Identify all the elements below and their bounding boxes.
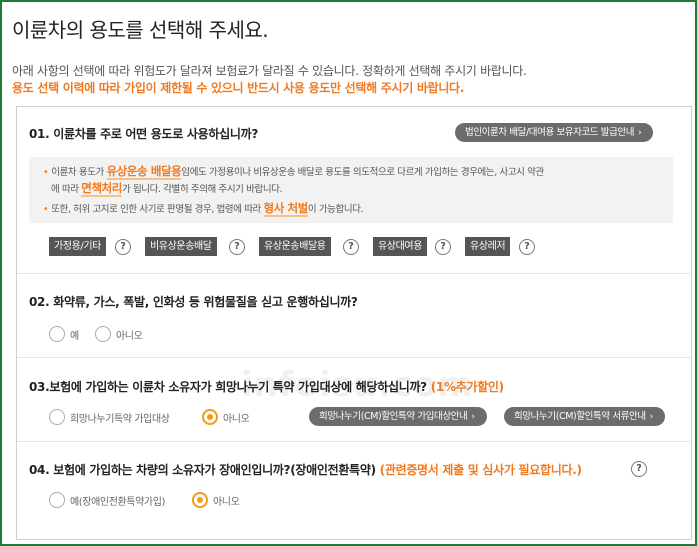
divider [17, 441, 691, 442]
q4-yes-label: 예(장애인전환특약가입) [70, 497, 166, 508]
q4-yes-radio[interactable] [49, 492, 65, 508]
q2-no-radio[interactable] [95, 326, 111, 342]
notice-line-2: 에 따라 면책처리가 됩니다. 각별히 주의해 주시기 바랍니다. [51, 181, 283, 197]
q3-question: 03.보험에 가입하는 이륜차 소유자가 희망나누기 특약 가입대상에 해당하십… [29, 380, 504, 394]
divider [17, 273, 691, 274]
q3-no-label: 아니오 [223, 414, 250, 425]
option-commercial-leisure[interactable]: 유상레저 [465, 237, 511, 256]
corporate-code-guide-button[interactable]: 법인이륜차 배달/대여용 보유자코드 발급안내 › [455, 123, 654, 142]
q2-yes-radio[interactable] [49, 326, 65, 342]
q4-no-label: 아니오 [213, 497, 240, 508]
q2-yes-label: 예 [70, 331, 79, 342]
help-icon[interactable]: ? [343, 239, 359, 255]
discount-highlight: (1%추가할인) [430, 380, 504, 394]
hope-sharing-eligibility-guide-button[interactable]: 희망나누기(CM)할인특약 가입대상안내 › [309, 407, 487, 426]
chevron-right-icon: › [638, 128, 642, 138]
q4-no-radio[interactable] [192, 492, 208, 508]
option-commercial-delivery[interactable]: 유상운송배달용 [259, 237, 331, 256]
description: 아래 사항의 선택에 따라 위험도가 달라져 보험료가 달라질 수 있습니다. … [12, 64, 527, 78]
q3-no-radio[interactable] [202, 409, 218, 425]
warning-text: 용도 선택 이력에 따라 가입이 제한될 수 있으니 반드시 사용 용도만 선택… [12, 81, 465, 95]
divider [17, 357, 691, 358]
q2-question: 02. 화약류, 가스, 폭발, 인화성 등 위험물질을 싣고 운행하십니까? [29, 295, 358, 309]
option-commercial-rental[interactable]: 유상대여용 [373, 237, 428, 256]
q4-question: 04. 보험에 가입하는 차량의 소유자가 장애인입니까?(장애인전환특약) (… [29, 463, 582, 477]
q3-eligible-radio[interactable] [49, 409, 65, 425]
option-non-commercial-delivery[interactable]: 비유상운송배달 [145, 237, 217, 256]
chevron-right-icon: › [471, 412, 475, 422]
notice-line-1: • 이륜차 용도가 유상운송 배달용임에도 가정용이나 비유상운송 배달로 용도를… [43, 164, 544, 180]
chevron-right-icon: › [649, 412, 654, 422]
q2-no-label: 아니오 [116, 331, 143, 342]
help-icon[interactable]: ? [631, 461, 647, 477]
notice-line-3: • 또한, 허위 고지로 인한 사기로 판명될 경우, 법령에 따라 형사 처벌이… [43, 201, 364, 217]
bullet-icon: • [43, 167, 49, 178]
help-icon[interactable]: ? [519, 239, 535, 255]
page-frame: 이륜차의 용도를 선택해 주세요. 아래 사항의 선택에 따라 위험도가 달라져… [0, 0, 697, 546]
q3-eligible-label: 희망나누기특약 가입대상 [70, 414, 170, 425]
page-title: 이륜차의 용도를 선택해 주세요. [12, 18, 269, 42]
help-icon[interactable]: ? [229, 239, 245, 255]
help-icon[interactable]: ? [115, 239, 131, 255]
bullet-icon: • [43, 204, 49, 215]
usage-form-card: infoisu.com 01. 이륜차를 주로 어떤 용도로 사용하십니까? 법… [16, 106, 692, 540]
q1-question: 01. 이륜차를 주로 어떤 용도로 사용하십니까? [29, 127, 258, 141]
help-icon[interactable]: ? [435, 239, 451, 255]
q1-notice-box: • 이륜차 용도가 유상운송 배달용임에도 가정용이나 비유상운송 배달로 용도를… [29, 157, 673, 223]
hope-sharing-document-guide-button[interactable]: 희망나누기(CM)할인특약 서류안내 › [504, 407, 665, 426]
option-home-use[interactable]: 가정용/기타 [49, 237, 106, 256]
document-required-highlight: (관련증명서 제출 및 심사가 필요합니다.) [379, 463, 582, 477]
